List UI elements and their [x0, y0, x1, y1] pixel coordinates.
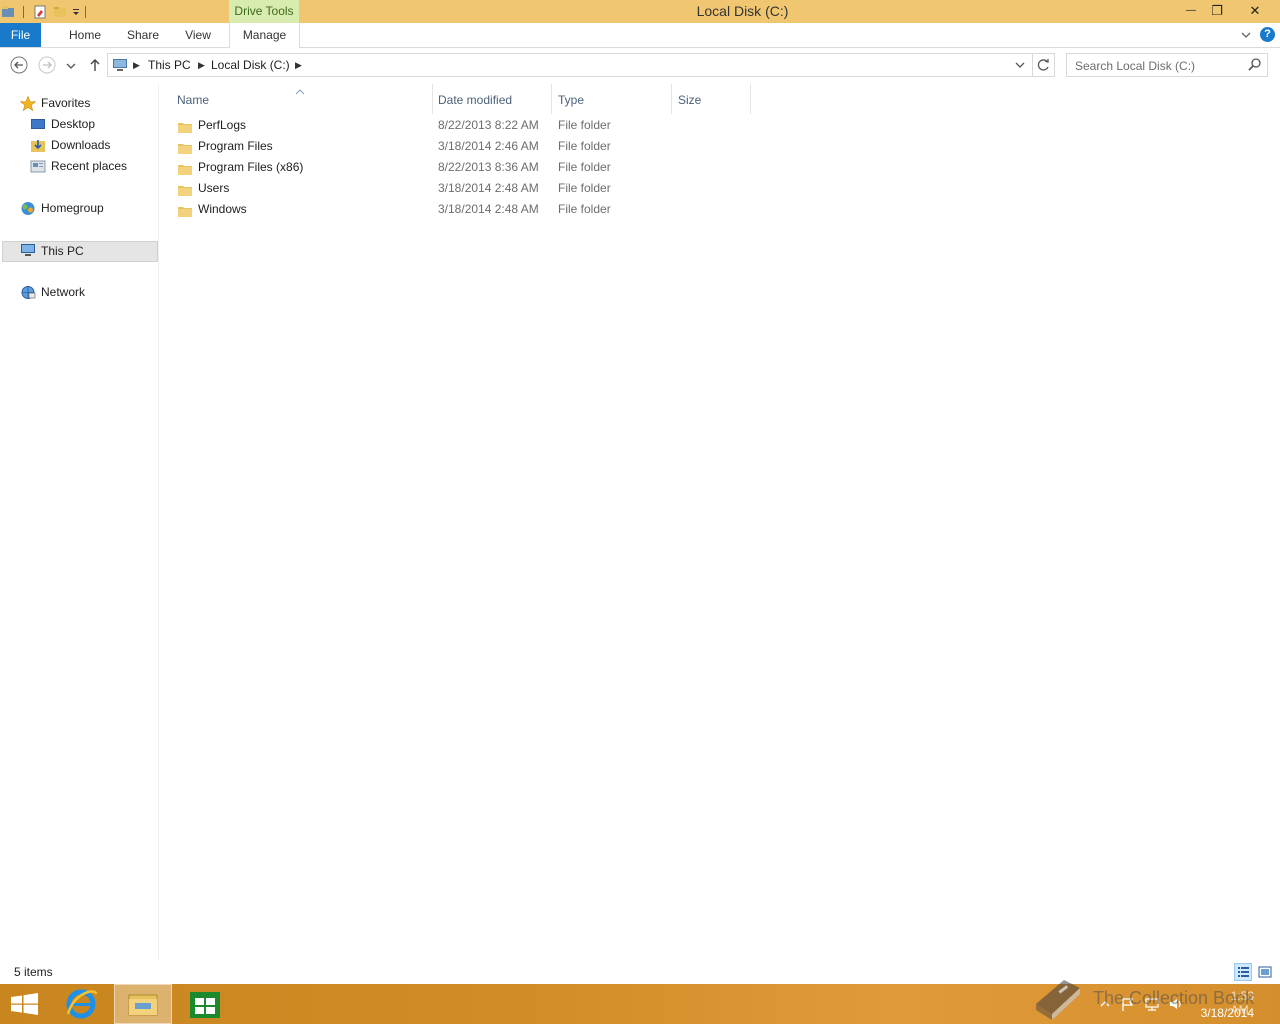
file-explorer-button[interactable] — [114, 984, 172, 1024]
navigation-row: ▶ This PC ▶ Local Disk (C:) ▶ — [0, 52, 1280, 78]
nav-favorites[interactable]: Favorites — [0, 93, 150, 114]
search-box[interactable] — [1066, 53, 1268, 77]
help-icon[interactable]: ? — [1260, 27, 1275, 42]
watermark: The Collection Book — [1030, 974, 1270, 1024]
address-bar[interactable]: ▶ This PC ▶ Local Disk (C:) ▶ — [107, 53, 1055, 77]
minimize-button[interactable]: — — [1178, 0, 1204, 22]
folder-icon — [178, 182, 192, 196]
file-date: 3/18/2014 2:48 AM — [438, 202, 539, 216]
nav-network[interactable]: Network — [0, 282, 150, 303]
column-divider[interactable] — [671, 84, 672, 114]
downloads-icon — [30, 138, 46, 153]
window-title: Local Disk (C:) — [696, 3, 789, 19]
network-icon — [20, 285, 36, 300]
column-divider[interactable] — [750, 84, 751, 114]
search-icon[interactable] — [1247, 57, 1263, 73]
sort-ascending-icon — [295, 84, 305, 95]
tab-file[interactable]: File — [0, 23, 41, 47]
column-header-date[interactable]: Date modified — [438, 88, 512, 112]
recent-locations-chevron-icon[interactable] — [64, 56, 78, 74]
tab-view[interactable]: View — [176, 23, 220, 47]
nav-downloads[interactable]: Downloads — [0, 135, 150, 156]
navigation-pane: Favorites Desktop Downloads Recent place… — [0, 84, 159, 961]
breadcrumb-this-pc[interactable]: This PC — [148, 54, 191, 76]
title-bar: Drive Tools Local Disk (C:) — ❐ ✕ — [0, 0, 1280, 23]
nav-desktop-label: Desktop — [51, 117, 96, 131]
file-name: Program Files (x86) — [198, 160, 304, 174]
homegroup-icon — [20, 201, 36, 216]
file-name: Windows — [198, 202, 247, 216]
this-pc-icon — [112, 57, 128, 73]
nav-recent-places[interactable]: Recent places — [0, 156, 150, 177]
file-name: Program Files — [198, 139, 273, 153]
expand-ribbon-chevron-icon[interactable] — [1239, 28, 1253, 42]
recent-places-icon — [30, 159, 46, 174]
breadcrumb-chevron-icon[interactable]: ▶ — [133, 54, 140, 76]
file-date: 3/18/2014 2:46 AM — [438, 139, 539, 153]
nav-homegroup[interactable]: Homegroup — [0, 198, 150, 219]
breadcrumb-chevron-icon[interactable]: ▶ — [295, 54, 302, 76]
search-input[interactable] — [1073, 57, 1245, 75]
nav-this-pc-label: This PC — [41, 244, 84, 258]
file-type: File folder — [558, 181, 611, 195]
file-row[interactable]: PerfLogs 8/22/2013 8:22 AM File folder — [174, 115, 774, 136]
watermark-text: The Collection Book — [1093, 988, 1255, 1008]
file-row[interactable]: Program Files (x86) 8/22/2013 8:36 AM Fi… — [174, 157, 774, 178]
item-count: 5 items — [14, 965, 53, 979]
column-divider[interactable] — [551, 84, 552, 114]
column-header-size[interactable]: Size — [678, 88, 701, 112]
breadcrumb-local-disk[interactable]: Local Disk (C:) — [211, 54, 290, 76]
store-button[interactable] — [176, 984, 234, 1024]
nav-network-label: Network — [41, 285, 86, 299]
nav-this-pc[interactable]: This PC — [2, 241, 158, 262]
start-button[interactable] — [0, 984, 58, 1024]
file-name: Users — [198, 181, 230, 195]
this-pc-nav-icon — [20, 243, 36, 258]
forward-button[interactable] — [38, 56, 56, 74]
desktop-icon — [30, 117, 46, 132]
file-type: File folder — [558, 160, 611, 174]
file-row[interactable]: Windows 3/18/2014 2:48 AM File folder — [174, 199, 774, 220]
nav-favorites-label: Favorites — [41, 96, 91, 110]
file-name: PerfLogs — [198, 118, 247, 132]
nav-desktop[interactable]: Desktop — [0, 114, 150, 135]
folder-icon — [178, 203, 192, 217]
folder-icon — [178, 119, 192, 133]
file-date: 3/18/2014 2:48 AM — [438, 181, 539, 195]
file-row[interactable]: Users 3/18/2014 2:48 AM File folder — [174, 178, 774, 199]
column-header-type[interactable]: Type — [558, 88, 584, 112]
file-date: 8/22/2013 8:36 AM — [438, 160, 539, 174]
file-type: File folder — [558, 139, 611, 153]
nav-homegroup-label: Homegroup — [41, 201, 104, 215]
column-header-name[interactable]: Name — [177, 88, 209, 112]
star-icon — [19, 95, 37, 112]
column-divider[interactable] — [432, 84, 433, 114]
tab-manage[interactable]: Manage — [229, 23, 300, 48]
internet-explorer-button[interactable] — [56, 984, 114, 1024]
up-button[interactable] — [86, 56, 104, 74]
file-type: File folder — [558, 118, 611, 132]
address-history-chevron-icon[interactable] — [1014, 58, 1026, 72]
file-list: Name Date modified Type Size PerfLogs 8/… — [159, 84, 1280, 961]
back-button[interactable] — [10, 56, 28, 74]
file-type: File folder — [558, 202, 611, 216]
ribbon-tabs: File Home Share View Manage ? — [0, 23, 1280, 48]
file-row[interactable]: Program Files 3/18/2014 2:46 AM File fol… — [174, 136, 774, 157]
folder-icon — [178, 161, 192, 175]
close-button[interactable]: ✕ — [1242, 0, 1268, 22]
breadcrumb-chevron-icon[interactable]: ▶ — [198, 54, 205, 76]
file-date: 8/22/2013 8:22 AM — [438, 118, 539, 132]
tab-home[interactable]: Home — [60, 23, 110, 47]
refresh-icon[interactable] — [1032, 54, 1054, 76]
restore-button[interactable]: ❐ — [1204, 0, 1230, 22]
nav-downloads-label: Downloads — [51, 138, 111, 152]
tab-share[interactable]: Share — [118, 23, 168, 47]
folder-icon — [178, 140, 192, 154]
book-icon — [1036, 980, 1080, 1020]
nav-recent-places-label: Recent places — [51, 159, 128, 173]
